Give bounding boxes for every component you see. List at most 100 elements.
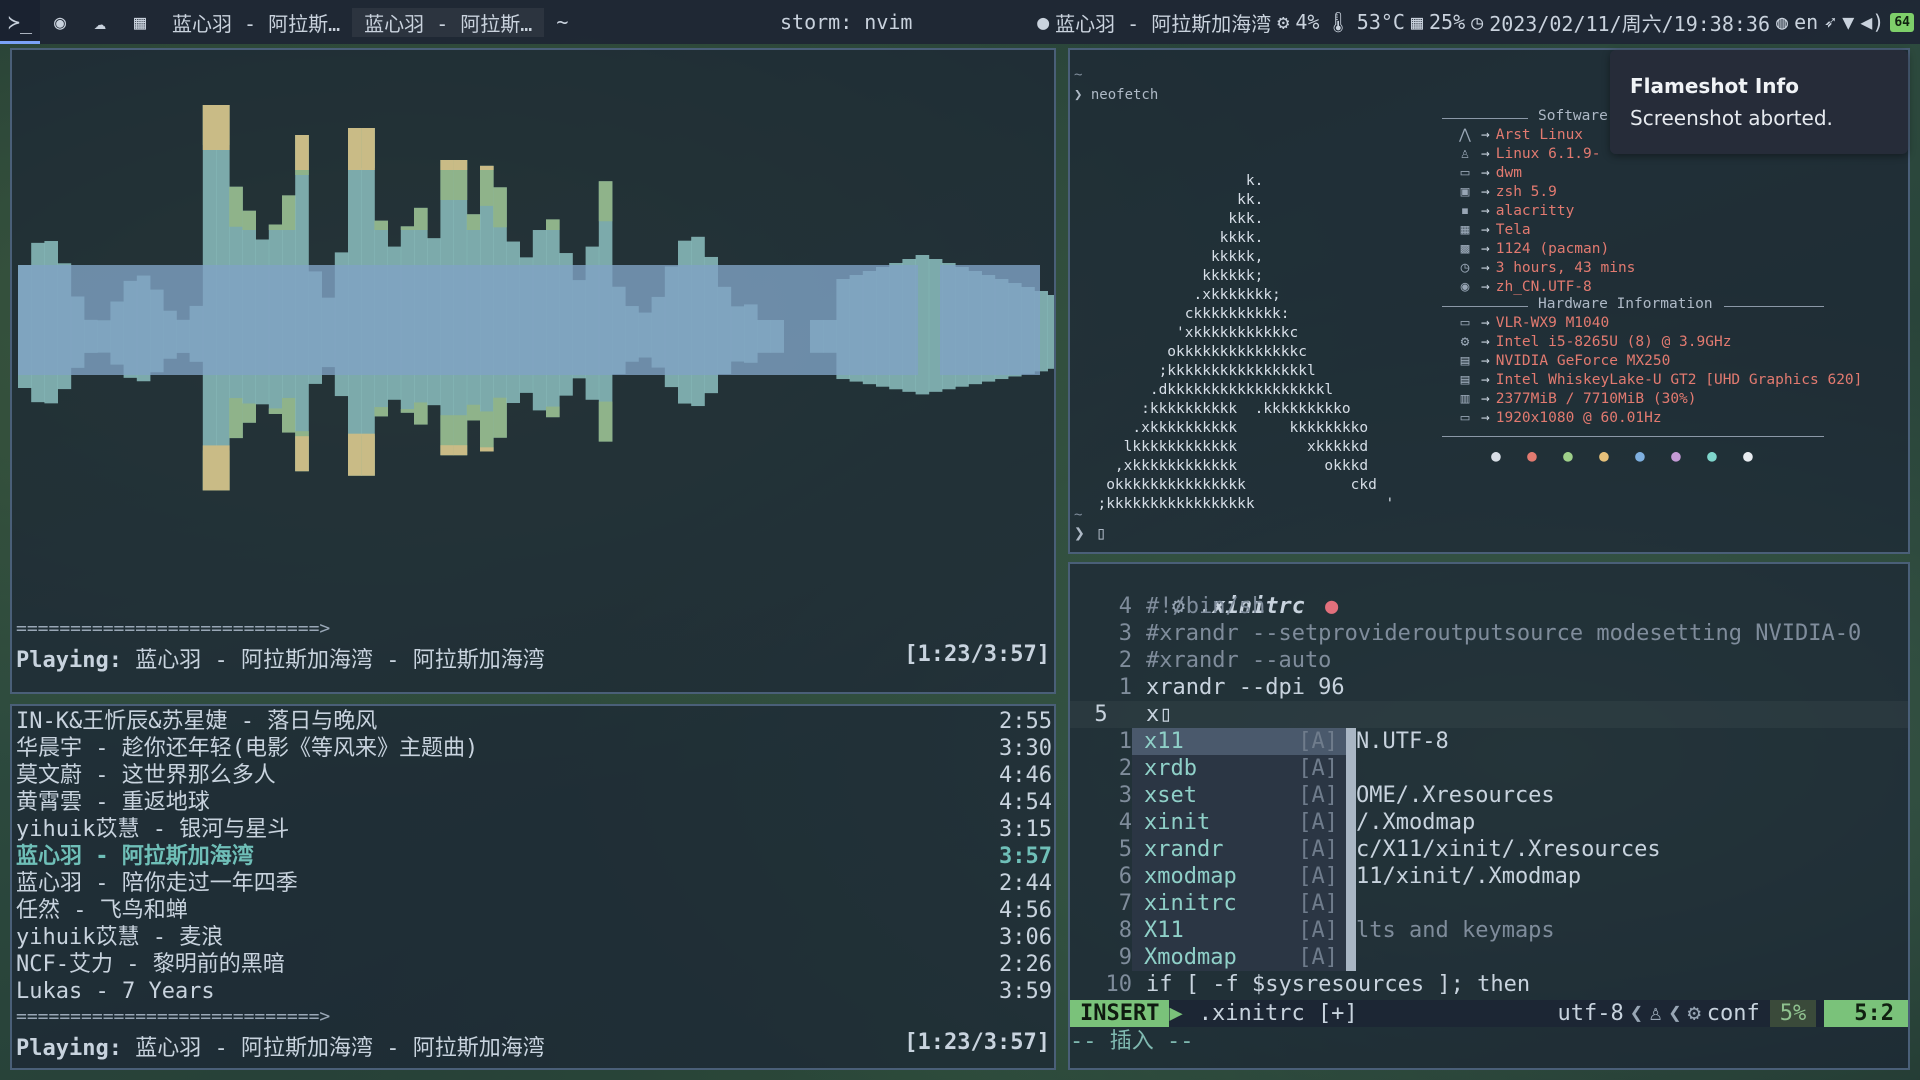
completion-word: xinitrc (1144, 891, 1237, 916)
editor-line[interactable]: 5 x▯ (1070, 701, 1908, 728)
command-line: ❯ neofetch (1074, 87, 1159, 103)
visualizer-bar-green (268, 408, 283, 414)
datetime[interactable]: 2023/02/11/周六/19:38:36 (1489, 8, 1770, 37)
cpu-icon: ⚙ (1460, 334, 1470, 350)
color-drop-icon: ● (1707, 446, 1717, 465)
playlist-item[interactable]: 蓝心羽 - 阿拉斯加海湾 3:57 (16, 843, 1052, 870)
editor-line[interactable]: 1 xrandr --dpi 96 (1070, 674, 1908, 701)
editor-line[interactable]: 2 #xrandr --auto (1070, 647, 1908, 674)
completion-item[interactable]: xinitrc [A] (1132, 890, 1352, 917)
visualizer-bar-yellow (440, 160, 454, 170)
track-title: IN-K&王忻辰&苏星婕 - 落日与晚风 (16, 709, 378, 734)
top-bar: ≻_ ◉ ☁ ▦ 蓝心羽 - 阿拉斯… 蓝心羽 - 阿拉斯… ~ storm: … (0, 0, 1920, 44)
visualizer-bar-green (414, 207, 428, 230)
editor-line[interactable]: 3 #xrandr --setprovideroutputsource modes… (1070, 620, 1908, 647)
divider (1724, 306, 1824, 307)
playlist-item[interactable]: 黄霄雲 - 重返地球 4:54 (16, 789, 1052, 816)
notification-toast[interactable]: Flameshot Info Screenshot aborted. (1610, 50, 1908, 154)
taskbar-item-2[interactable]: 蓝心羽 - 阿拉斯… (352, 7, 545, 37)
completion-scrollbar[interactable] (1346, 728, 1356, 971)
visualizer-bar-green (598, 181, 613, 222)
visualizer-bar-yellow (216, 445, 230, 491)
playlist-item[interactable]: 华晨宇 - 趁你还年轻(电影《等风来》主题曲) 3:30 (16, 735, 1052, 762)
progress-separator: ============================> (16, 618, 331, 639)
playlist-item[interactable]: IN-K&王忻辰&苏星婕 - 落日与晚风 2:55 (16, 708, 1052, 735)
info-row: ◉ → zh_CN.UTF-8 (1455, 278, 1592, 297)
rocket-icon[interactable]: ➶ (1824, 10, 1836, 34)
completion-item[interactable]: xmodmap [A] (1132, 863, 1352, 890)
info-row: ⚙ → Intel i5-8265U (8) @ 3.9GHz (1455, 333, 1732, 352)
track-duration: 2:44 (999, 871, 1052, 896)
info-value: 1124 (pacman) (1495, 241, 1610, 257)
visualizer-bar-yellow (202, 445, 217, 491)
completion-item[interactable]: x11 [A] (1132, 728, 1352, 755)
wifi-icon[interactable]: ▼ (1842, 10, 1854, 34)
visualizer-bar-yellow (453, 160, 468, 170)
info-value: VLR-WX9 M1040 (1495, 315, 1610, 331)
info-row: ◷ → 3 hours, 43 mins (1455, 259, 1636, 278)
visualizer-window[interactable]: ============================> Playing: 蓝… (10, 48, 1056, 694)
terminal-icon[interactable]: ≻_ (0, 0, 40, 44)
thermometer-icon: 🌡 (1325, 10, 1351, 34)
ascii-logo: k. kk. kkk. kkkk. kkkkk, kkkkkk; .xkkkkk… (1097, 173, 1395, 512)
arrow-right-icon: → (1481, 353, 1490, 369)
track-title: Lukas - 7 Years (16, 979, 215, 1004)
gpu-icon: ▤ (1460, 353, 1470, 369)
completion-kind: [A] (1298, 729, 1338, 754)
line-text-behind-popup: lts and keymaps (1356, 918, 1555, 943)
color-drop-icon: ● (1635, 446, 1645, 465)
status-percent: 5% (1769, 1000, 1817, 1027)
nvim-editor[interactable]: ⚙ .xinitrc ● 4 #!/bin/sh 3 #xrandr --setprovi… (1068, 562, 1910, 1070)
playlist-item[interactable]: yihuik苡慧 - 银河与星斗 3:15 (16, 816, 1052, 843)
track-duration: 2:26 (999, 952, 1052, 977)
editor-line[interactable]: 4 #!/bin/sh (1070, 593, 1908, 620)
cpu-icon: ⚙ (1277, 10, 1290, 34)
completion-item[interactable]: xrandr [A] (1132, 836, 1352, 863)
completion-word: xrandr (1144, 837, 1224, 862)
playlist-item[interactable]: Lukas - 7 Years 3:59 (16, 978, 1052, 1005)
visualizer-bar-green (480, 411, 494, 452)
completion-menu[interactable]: x11 [A] xrdb [A] xset [A] xinit [A] xrandr [A] xmo… (1132, 728, 1352, 971)
visualizer-bar-green (400, 226, 415, 230)
visualizer-bar-yellow (216, 105, 230, 150)
playlist-item[interactable]: 蓝心羽 - 陪你走过一年四季 2:44 (16, 870, 1052, 897)
volume-icon[interactable]: ◀) (1860, 10, 1884, 34)
completion-item[interactable]: xset [A] (1132, 782, 1352, 809)
line-number: 3 (1118, 621, 1132, 646)
editor-line[interactable]: 10 if [ -f $sysresources ]; then (1070, 971, 1908, 998)
notification-title: Flameshot Info (1630, 74, 1799, 98)
prompt-input[interactable]: ❯ ▯ (1074, 524, 1107, 543)
clock-icon: ◷ (1471, 10, 1484, 34)
playlist-item[interactable]: yihuik苡慧 - 麦浪 3:06 (16, 924, 1052, 951)
layout-icon[interactable]: ▦ (120, 10, 160, 34)
taskbar-item-3[interactable]: ~ (544, 10, 580, 34)
info-row: ▤ → Intel WhiskeyLake-U GT2 [UHD Graphics … (1455, 371, 1863, 390)
playing-label: Playing: (16, 1036, 122, 1061)
wechat-icon[interactable]: ☁ (80, 10, 120, 34)
info-row: ▭ → 1920x1080 @ 60.01Hz (1455, 409, 1662, 428)
visualizer-bar-green (242, 403, 256, 423)
taskbar-item-1[interactable]: 蓝心羽 - 阿拉斯… (160, 8, 352, 37)
completion-item[interactable]: Xmodmap [A] (1132, 944, 1352, 971)
language[interactable]: en (1794, 10, 1818, 34)
playlist-item[interactable]: NCF-艾力 - 黎明前的黑暗 2:26 (16, 951, 1052, 978)
playlist-item[interactable]: 任然 - 飞鸟和蝉 4:56 (16, 897, 1052, 924)
line-number: 5 (1094, 702, 1108, 727)
firefox-icon[interactable]: ◉ (40, 10, 80, 34)
line-text-behind-popup: N.UTF-8 (1356, 729, 1449, 754)
completion-item[interactable]: X11 [A] (1132, 917, 1352, 944)
info-value: Linux 6.1.9- (1495, 146, 1601, 162)
visualizer-bar-yellow (453, 445, 468, 456)
command-line: -- 插入 -- (1070, 1029, 1194, 1054)
visualizer-bar (1047, 295, 1054, 369)
laptop-icon: ▭ (1460, 315, 1470, 331)
now-playing[interactable]: 蓝心羽 - 阿拉斯加海湾 (1055, 8, 1271, 37)
visualizer-bar-yellow (361, 433, 375, 476)
completion-item[interactable]: xrdb [A] (1132, 755, 1352, 782)
playlist-item[interactable]: 莫文蔚 - 这世界那么多人 4:46 (16, 762, 1052, 789)
input-method-icon[interactable]: ◍ (1776, 10, 1788, 34)
cpu-usage: 4% (1295, 10, 1320, 34)
info-value: 1920x1080 @ 60.01Hz (1495, 410, 1662, 426)
playlist-window[interactable]: IN-K&王忻辰&苏星婕 - 落日与晚风 2:55 华晨宇 - 趁你还年轻(电影《等… (10, 704, 1056, 1070)
completion-item[interactable]: xinit [A] (1132, 809, 1352, 836)
